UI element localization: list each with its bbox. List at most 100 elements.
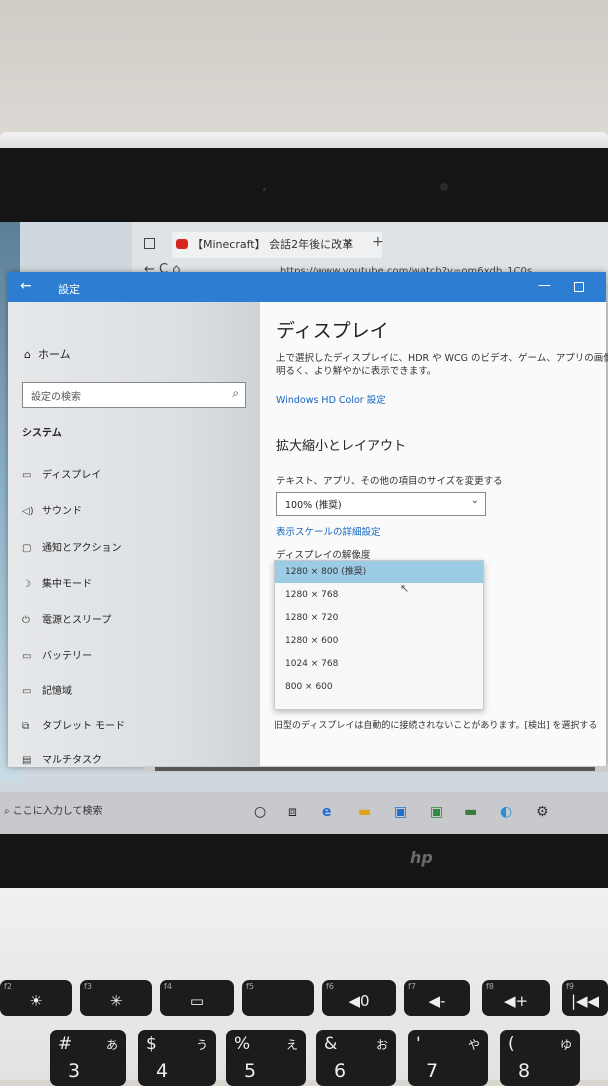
tablet-icon: ⧉	[22, 721, 30, 732]
key-4[interactable]: $4 う	[138, 1030, 216, 1086]
fn-label: f6	[326, 982, 334, 991]
key-f6[interactable]: f6 ◀0	[322, 980, 396, 1016]
resolution-option[interactable]: 1280 × 768	[275, 584, 483, 606]
sidebar-item-storage[interactable]: ▭ 記憶域	[22, 682, 72, 697]
volume-up-icon: ◀+	[503, 992, 529, 1010]
chevron-down-icon: ⌄	[470, 495, 479, 506]
fn-label: f5	[246, 982, 254, 991]
key-number: 5	[244, 1060, 257, 1082]
key-number: 4	[156, 1060, 169, 1082]
brightness-up-icon: ✳	[109, 992, 123, 1010]
sidebar-item-label: サウンド	[42, 506, 82, 517]
multitask-icon: ▤	[22, 755, 32, 766]
sidebar-item-focus[interactable]: ☽ 集中モード	[22, 575, 92, 590]
key-f9[interactable]: f9 |◀◀	[562, 980, 608, 1016]
fn-label: f7	[408, 982, 416, 991]
sidebar-item-label: 集中モード	[42, 579, 92, 590]
background-wall	[0, 0, 608, 140]
settings-search-input[interactable]: 設定の検索 ⌕	[22, 382, 246, 408]
fn-label: f9	[566, 982, 574, 991]
key-8[interactable]: (8 ゆ	[500, 1030, 580, 1086]
key-5[interactable]: % 5 え	[226, 1030, 306, 1086]
sidebar-item-notifications[interactable]: ▢ 通知とアクション	[22, 539, 122, 554]
key-6[interactable]: & 6 お	[316, 1030, 396, 1086]
resolution-dropdown-list: 1280 × 800 (推奨) 1280 × 768 1280 × 720 12…	[274, 560, 484, 710]
mouse-cursor-icon: ↖	[400, 582, 410, 595]
fn-label: f4	[164, 982, 172, 991]
search-icon: ⌕	[232, 386, 239, 400]
settings-sidebar: ⌂ ホーム 設定の検索 ⌕ システム ▭ ディスプレイ ◁) サウンド ▢ 通知とアク…	[8, 302, 260, 767]
window-title: 設定	[58, 283, 80, 296]
edge-icon[interactable]: e	[322, 804, 332, 820]
key-f7[interactable]: f7 ◀-	[404, 980, 470, 1016]
resolution-label: ディスプレイの解像度	[276, 550, 371, 561]
volume-down-icon: ◀-	[428, 992, 446, 1010]
cortana-icon[interactable]: ○	[254, 804, 266, 820]
mute-icon: ◀0	[348, 992, 370, 1010]
tab-close-button[interactable]: ×	[344, 236, 353, 249]
webcam-light	[263, 188, 266, 191]
sidebar-item-multitask[interactable]: ▤ マルチタスク	[22, 751, 102, 766]
sidebar-item-label: タブレット モード	[42, 721, 126, 732]
sidebar-item-battery[interactable]: ▭ バッテリー	[22, 647, 92, 662]
resolution-option[interactable]: 1024 × 768	[275, 653, 483, 675]
description-line: 明るく、より鮮やかに表示できます。	[276, 366, 437, 377]
horizontal-scrollbar[interactable]	[145, 766, 608, 772]
sidebar-item-home[interactable]: ⌂ ホーム	[24, 346, 71, 362]
key-number: 6	[334, 1060, 347, 1082]
minimize-button[interactable]: —	[538, 278, 551, 293]
sidebar-item-sound[interactable]: ◁) サウンド	[22, 502, 82, 517]
display-switch-icon: ▭	[189, 992, 205, 1010]
tab-actions-icon[interactable]	[144, 238, 155, 249]
key-f3[interactable]: f3 ✳	[80, 980, 152, 1016]
store-icon[interactable]: ▣	[394, 804, 407, 820]
storage-icon: ▭	[22, 686, 32, 697]
new-tab-button[interactable]: +	[372, 234, 384, 250]
scrollbar-thumb[interactable]	[155, 767, 595, 771]
resolution-option[interactable]: 1280 × 720	[275, 607, 483, 629]
fn-label: f8	[486, 982, 494, 991]
sidebar-item-label: バッテリー	[42, 651, 92, 662]
key-symbol: $	[146, 1034, 157, 1054]
focus-icon: ☽	[22, 579, 31, 590]
back-button[interactable]: ←	[20, 278, 32, 294]
scale-dropdown[interactable]: 100% (推奨) ⌄	[276, 492, 486, 516]
maximize-button[interactable]	[574, 282, 584, 292]
edge-new-icon[interactable]: ◐	[500, 804, 512, 820]
taskbar-search-placeholder: ここに入力して検索	[12, 806, 103, 817]
key-f5[interactable]: f5	[242, 980, 314, 1016]
settings-gear-icon[interactable]: ⚙	[536, 804, 549, 820]
file-explorer-icon[interactable]: ▬	[358, 804, 371, 820]
hp-logo: hp	[410, 848, 433, 867]
sidebar-item-power[interactable]: ⏻ 電源とスリープ	[22, 611, 111, 626]
resolution-option[interactable]: 1280 × 800 (推奨)	[275, 561, 483, 583]
key-kana: あ	[105, 1038, 118, 1052]
app-icon[interactable]: ▣	[430, 804, 443, 820]
hdr-description: 上で選択したディスプレイに、HDR や WCG のビデオ、ゲーム、アプリの画像を…	[276, 352, 608, 378]
taskbar-search[interactable]: ⌕ ここに入力して検索	[4, 802, 102, 817]
tab-title: 【Minecraft】 会話2年後に改革	[192, 238, 354, 251]
key-3[interactable]: #3 あ	[50, 1030, 126, 1086]
sidebar-item-tablet[interactable]: ⧉ タブレット モード	[22, 717, 125, 732]
sidebar-item-display[interactable]: ▭ ディスプレイ	[22, 466, 101, 481]
resolution-option[interactable]: 800 × 600	[275, 676, 483, 698]
resolution-option[interactable]: 1280 × 600	[275, 630, 483, 652]
advanced-scaling-link[interactable]: 表示スケールの詳細設定	[276, 524, 381, 538]
key-kana: や	[467, 1038, 480, 1052]
hdr-settings-link[interactable]: Windows HD Color 設定	[276, 392, 386, 406]
key-f8[interactable]: f8 ◀+	[482, 980, 550, 1016]
key-7[interactable]: ' 7 や	[408, 1030, 488, 1086]
sidebar-item-label: 記憶域	[42, 686, 72, 697]
scale-value: 100% (推奨)	[285, 500, 342, 511]
task-view-icon[interactable]: ⧈	[288, 804, 297, 820]
home-icon: ⌂	[24, 348, 38, 361]
key-f4[interactable]: f4 ▭	[160, 980, 234, 1016]
app-icon[interactable]: ▬	[464, 804, 477, 820]
search-placeholder: 設定の検索	[31, 392, 81, 403]
key-f2[interactable]: f2 ☀	[0, 980, 72, 1016]
key-symbol: (	[508, 1034, 515, 1054]
description-line: 上で選択したディスプレイに、HDR や WCG のビデオ、ゲーム、アプリの画像を…	[276, 353, 608, 364]
sidebar-item-label: マルチタスク	[42, 755, 102, 766]
previous-track-icon: |◀◀	[570, 992, 600, 1010]
page-title: ディスプレイ	[276, 320, 389, 342]
